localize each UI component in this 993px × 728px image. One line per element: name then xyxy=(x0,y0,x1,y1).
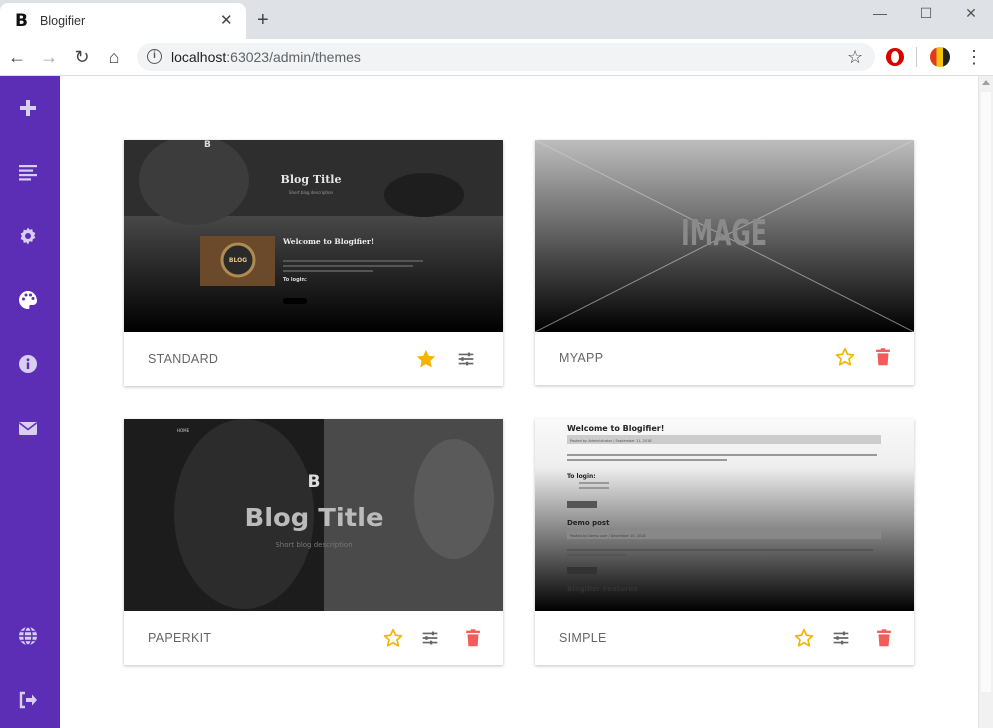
svg-text:B: B xyxy=(204,140,211,150)
star-outline-icon[interactable] xyxy=(834,346,856,368)
theme-name: PAPERKIT xyxy=(148,631,212,645)
browser-toolbar: ← → ↻ ⌂ i localhost:63023/admin/themes ☆ xyxy=(0,39,993,76)
svg-text:Blog Title: Blog Title xyxy=(245,503,384,532)
theme-card-paperkit: HOME B Blog Title Short blog description… xyxy=(124,419,503,665)
close-tab-icon[interactable]: ✕ xyxy=(220,12,233,30)
browser-tab[interactable]: B Blogifier ✕ xyxy=(0,3,246,39)
svg-text:B: B xyxy=(308,472,321,492)
address-bar[interactable]: i localhost:63023/admin/themes ☆ xyxy=(137,43,875,71)
themes-page: B Blog Title Short blog description BLOG… xyxy=(60,76,978,728)
trash-icon[interactable] xyxy=(873,627,895,649)
svg-text:Demo post: Demo post xyxy=(567,519,610,527)
svg-text:Posted by Demo user / December: Posted by Demo user / December 15, 2018 xyxy=(570,534,646,538)
theme-name: STANDARD xyxy=(148,352,219,366)
sign-out-icon[interactable] xyxy=(18,690,38,710)
url-text: localhost:63023/admin/themes xyxy=(171,49,361,65)
site-info-icon[interactable]: i xyxy=(147,49,162,64)
browser-tabstrip: B Blogifier ✕ + — ☐ ✕ xyxy=(0,0,993,39)
vertical-scrollbar[interactable] xyxy=(978,76,993,728)
theme-preview-myapp[interactable]: IMAGE xyxy=(535,140,914,332)
svg-text:Blogifier Features: Blogifier Features xyxy=(567,585,637,593)
forward-icon[interactable]: → xyxy=(38,46,60,68)
trash-icon[interactable] xyxy=(872,346,894,368)
theme-preview-paperkit[interactable]: HOME B Blog Title Short blog description xyxy=(124,419,503,611)
info-icon[interactable] xyxy=(18,354,38,374)
svg-text:Welcome to Blogifier!: Welcome to Blogifier! xyxy=(567,424,664,433)
envelope-icon[interactable] xyxy=(18,418,38,438)
new-tab-icon[interactable]: + xyxy=(257,10,269,30)
svg-text:Short blog description: Short blog description xyxy=(275,541,352,549)
maximize-icon[interactable]: ☐ xyxy=(903,3,949,27)
svg-text:Welcome to Blogifier!: Welcome to Blogifier! xyxy=(282,237,374,246)
opera-extension-icon[interactable] xyxy=(886,48,904,66)
profile-avatar[interactable] xyxy=(930,47,950,67)
bookmark-star-icon[interactable]: ☆ xyxy=(847,46,863,68)
svg-text:To login:: To login: xyxy=(567,473,596,480)
star-outline-icon[interactable] xyxy=(382,627,404,649)
theme-footer-simple: SIMPLE xyxy=(535,611,914,665)
theme-footer-standard: STANDARD xyxy=(124,332,503,386)
theme-footer-paperkit: PAPERKIT xyxy=(124,611,503,665)
settings-sliders-icon[interactable] xyxy=(830,627,852,649)
trash-icon[interactable] xyxy=(462,627,484,649)
blogifier-favicon-icon: B xyxy=(15,11,28,31)
window-close-icon[interactable]: ✕ xyxy=(948,3,993,27)
toolbar-divider xyxy=(916,47,917,67)
theme-footer-myapp: MYAPP xyxy=(535,332,914,386)
svg-text:Short blog description: Short blog description xyxy=(289,190,334,195)
plus-icon[interactable] xyxy=(18,98,38,118)
minimize-icon[interactable]: — xyxy=(857,3,903,27)
home-icon[interactable]: ⌂ xyxy=(103,46,125,68)
theme-name: MYAPP xyxy=(559,351,604,365)
star-outline-icon[interactable] xyxy=(793,627,815,649)
svg-text:IMAGE: IMAGE xyxy=(681,213,767,254)
theme-card-myapp: IMAGE MYAPP xyxy=(535,140,914,385)
theme-preview-simple[interactable]: Welcome to Blogifier! Posted by Administ… xyxy=(535,419,914,611)
svg-text:Posted by Administrator / Sept: Posted by Administrator / September 11, … xyxy=(570,439,652,443)
svg-text:HOME: HOME xyxy=(177,428,190,433)
reload-icon[interactable]: ↻ xyxy=(71,46,93,68)
active-star-icon[interactable] xyxy=(415,348,437,370)
settings-sliders-icon[interactable] xyxy=(419,627,441,649)
gear-icon[interactable] xyxy=(18,226,38,246)
svg-text:BLOG: BLOG xyxy=(229,257,247,264)
browser-menu-icon[interactable]: ⋮ xyxy=(965,46,983,68)
theme-preview-standard[interactable]: B Blog Title Short blog description BLOG… xyxy=(124,140,503,332)
svg-text:To login:: To login: xyxy=(283,277,307,283)
tab-title: Blogifier xyxy=(40,14,86,28)
admin-sidebar xyxy=(0,76,60,728)
palette-icon[interactable] xyxy=(18,290,38,310)
posts-list-icon[interactable] xyxy=(18,162,38,182)
theme-name: SIMPLE xyxy=(559,631,607,645)
theme-card-simple: Welcome to Blogifier! Posted by Administ… xyxy=(535,419,914,665)
back-icon[interactable]: ← xyxy=(6,46,28,68)
globe-icon[interactable] xyxy=(18,626,38,646)
theme-card-standard: B Blog Title Short blog description BLOG… xyxy=(124,140,503,386)
settings-sliders-icon[interactable] xyxy=(455,348,477,370)
svg-text:Blog Title: Blog Title xyxy=(281,173,342,186)
scroll-up-arrow-icon[interactable] xyxy=(982,80,990,85)
scroll-thumb[interactable] xyxy=(981,92,991,692)
